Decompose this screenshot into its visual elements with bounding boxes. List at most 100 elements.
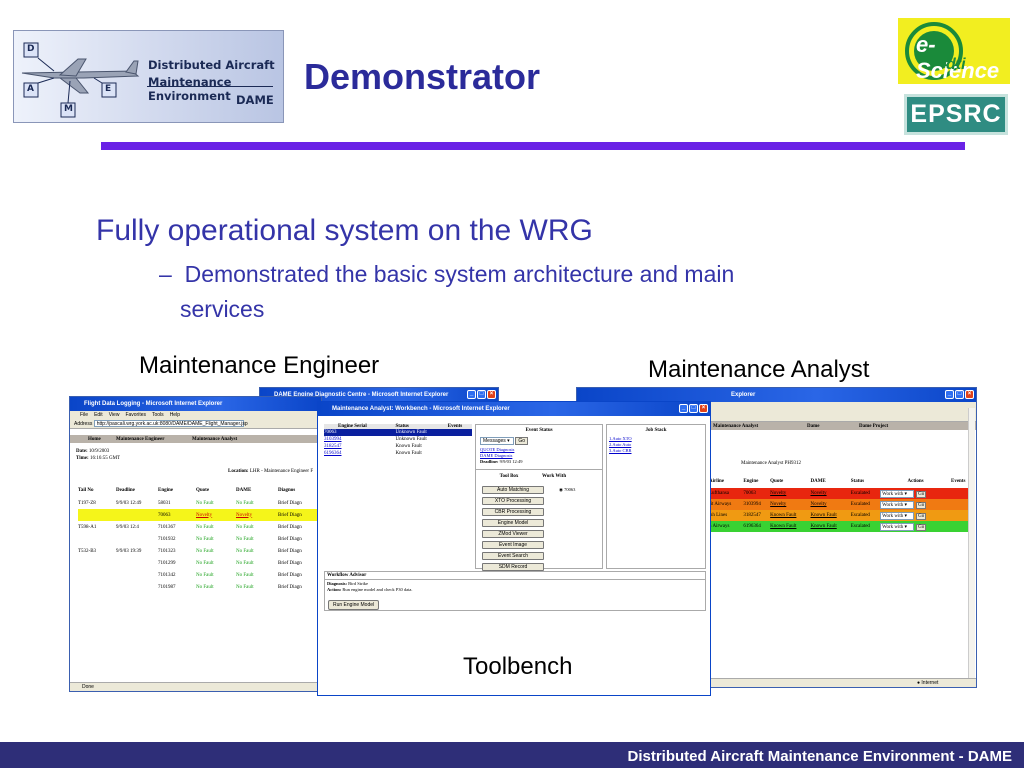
tool-button[interactable]: Auto Matching	[482, 486, 544, 494]
cell-quote[interactable]: No Fault	[196, 497, 236, 509]
radio-icon[interactable]: ◉	[559, 487, 563, 492]
cell-diagnosis[interactable]: Brief Diagn	[278, 509, 321, 521]
table-row[interactable]: 70063 Novelty Novelty Brief Diagn	[78, 509, 321, 521]
action-select[interactable]: Work with ▾	[880, 489, 915, 498]
action-select[interactable]: Work with ▾	[880, 522, 915, 531]
cell-quote[interactable]: Known Fault	[770, 521, 810, 532]
engineer-titlebar[interactable]: Flight Data Logging - Microsoft Internet…	[70, 397, 321, 411]
cell-quote[interactable]: No Fault	[196, 569, 236, 581]
nav-dame[interactable]: Dame	[807, 423, 859, 431]
engine-serial[interactable]: 3182547	[324, 443, 396, 450]
cell-dame[interactable]: No Fault	[236, 557, 278, 569]
table-row[interactable]: 7101342 No Fault No Fault Brief Diagn	[78, 569, 321, 581]
table-row[interactable]: T197-Z8 9/9/03 12:49 58031 No Fault No Fault…	[78, 497, 321, 509]
engine-serial[interactable]: 3103994	[324, 436, 396, 443]
cell-quote[interactable]: Known Fault	[770, 510, 810, 521]
tool-button[interactable]: SDM Record	[482, 563, 544, 571]
minimize-icon[interactable]: _	[679, 404, 688, 413]
analyst-scrollbar[interactable]	[968, 408, 975, 678]
engineer-window[interactable]: Flight Data Logging - Microsoft Internet…	[69, 396, 322, 692]
cell-quote[interactable]: Novelty	[196, 509, 236, 521]
cell-quote[interactable]: No Fault	[196, 521, 236, 533]
nav-maintenance-analyst[interactable]: Maintenance Analyst	[192, 436, 237, 444]
cell-dame[interactable]: No Fault	[236, 497, 278, 509]
toolbench-titlebar[interactable]: Maintenance Analyst: Workbench - Microso…	[318, 402, 710, 416]
cell-diagnosis[interactable]: Brief Diagn	[278, 545, 321, 557]
cell-quote[interactable]: No Fault	[196, 533, 236, 545]
messages-go-button[interactable]: Go	[515, 437, 529, 445]
menu-edit[interactable]: Edit	[94, 412, 103, 418]
engine-row[interactable]: 6196364 Known Fault	[324, 450, 472, 457]
cell-dame[interactable]: Known Fault	[810, 521, 850, 532]
engine-row[interactable]: 70063 Unknown Fault	[324, 429, 472, 436]
close-icon[interactable]: ×	[965, 390, 974, 399]
menu-help[interactable]: Help	[170, 412, 180, 418]
tool-button[interactable]: Engine Model	[482, 519, 544, 527]
nav-home[interactable]: Home	[88, 436, 116, 444]
cell-diagnosis[interactable]: Brief Diagn	[278, 497, 321, 509]
table-row[interactable]: 7101987 No Fault No Fault Brief Diagn	[78, 581, 321, 593]
minimize-icon[interactable]: _	[945, 390, 954, 399]
cell-diagnosis[interactable]: Brief Diagn	[278, 569, 321, 581]
maximize-icon[interactable]: □	[477, 390, 486, 399]
address-input[interactable]: http://pascali.wrg.york.ac.uk:8080/DAME/…	[93, 420, 248, 428]
action-select[interactable]: Work with ▾	[880, 500, 915, 509]
menu-view[interactable]: View	[109, 412, 120, 418]
table-row[interactable]: T598-A1 9/9/03 12:4 7101367 No Fault No Faul…	[78, 521, 321, 533]
nav-maintenance-analyst[interactable]: Maintenance Analyst	[713, 423, 807, 431]
engine-row[interactable]: 3103994 Unknown Fault	[324, 436, 472, 443]
close-icon[interactable]: ×	[699, 404, 708, 413]
tool-button[interactable]: Event Search	[482, 552, 544, 560]
cell-dame[interactable]: No Fault	[236, 533, 278, 545]
action-select[interactable]: Work with ▾	[880, 511, 915, 520]
engine-row[interactable]: 3182547 Known Fault	[324, 443, 472, 450]
cell-quote[interactable]: No Fault	[196, 557, 236, 569]
menu-favorites[interactable]: Favorites	[125, 412, 146, 418]
go-button[interactable]: Go	[916, 523, 927, 531]
table-row[interactable]: 7101932 No Fault No Fault Brief Diagn	[78, 533, 321, 545]
menu-file[interactable]: File	[80, 412, 88, 418]
engine-serial[interactable]: 6196364	[324, 450, 396, 457]
nav-dame-project[interactable]: Dame Project	[859, 423, 888, 431]
go-button[interactable]: Go	[916, 501, 927, 509]
table-row[interactable]: 7101299 No Fault No Fault Brief Diagn	[78, 557, 321, 569]
cell-diagnosis[interactable]: Brief Diagn	[278, 557, 321, 569]
go-button[interactable]: Go	[916, 512, 927, 520]
job-item[interactable]: 3.Auto CBR	[609, 448, 705, 454]
messages-select[interactable]: Messages ▾	[480, 437, 514, 445]
cell-quote[interactable]: No Fault	[196, 581, 236, 593]
cell-dame[interactable]: No Fault	[236, 521, 278, 533]
cell-dame[interactable]: Novelty	[810, 488, 850, 499]
cell-diagnosis[interactable]: Brief Diagn	[278, 581, 321, 593]
table-row[interactable]: T532-B3 9/9/03 19:39 7101323 No Fault No Fau…	[78, 545, 321, 557]
table-row[interactable]: rit Airways 3103994 Novelty Novelty Escalate…	[709, 499, 969, 510]
menu-tools[interactable]: Tools	[152, 412, 164, 418]
engine-serial[interactable]: 70063	[324, 429, 396, 436]
cell-quote[interactable]: Novelty	[770, 499, 810, 510]
maximize-icon[interactable]: □	[955, 390, 964, 399]
tool-button[interactable]: XTO Processing	[482, 497, 544, 505]
cell-quote[interactable]: No Fault	[196, 545, 236, 557]
maximize-icon[interactable]: □	[689, 404, 698, 413]
run-engine-model-button[interactable]: Run Engine Model	[328, 600, 380, 610]
close-icon[interactable]: ×	[487, 390, 496, 399]
minimize-icon[interactable]: _	[467, 390, 476, 399]
table-row[interactable]: n Airways 6196364 Known Fault Known Fault Es…	[709, 521, 969, 532]
nav-maintenance-engineer[interactable]: Maintenance Engineer	[116, 436, 192, 444]
cell-dame[interactable]: No Fault	[236, 581, 278, 593]
cell-dame[interactable]: No Fault	[236, 545, 278, 557]
cell-dame[interactable]: Novelty	[810, 499, 850, 510]
work-with-radio[interactable]: ◉ 70063	[559, 487, 575, 493]
cell-dame[interactable]: Known Fault	[810, 510, 850, 521]
cell-diagnosis[interactable]: Brief Diagn	[278, 521, 321, 533]
tool-button[interactable]: Event Image	[482, 541, 544, 549]
toolbench-window[interactable]: Maintenance Analyst: Workbench - Microso…	[317, 401, 711, 696]
table-row[interactable]: Lufthansa 70063 Novelty Novelty Escalated Wor…	[709, 488, 969, 499]
tool-button[interactable]: CBR Processing	[482, 508, 544, 516]
cell-dame[interactable]: Novelty	[236, 509, 278, 521]
go-button[interactable]: Go	[916, 490, 927, 498]
cell-diagnosis[interactable]: Brief Diagn	[278, 533, 321, 545]
analyst-titlebar[interactable]: Explorer _ □ ×	[577, 388, 976, 402]
cell-dame[interactable]: No Fault	[236, 569, 278, 581]
cell-quote[interactable]: Novelty	[770, 488, 810, 499]
